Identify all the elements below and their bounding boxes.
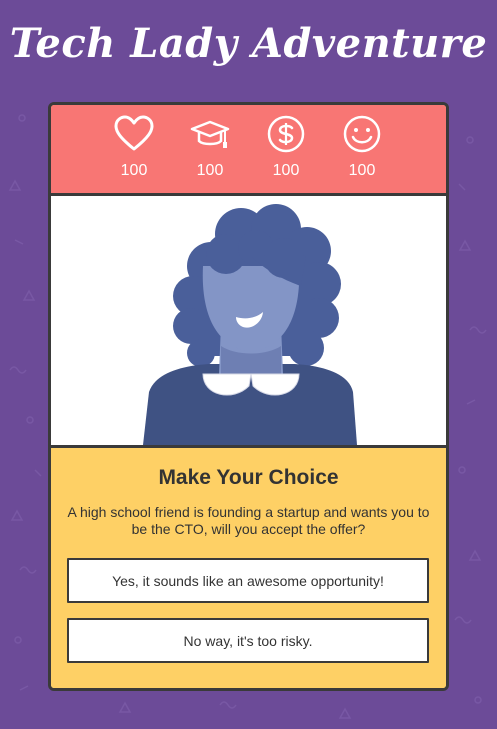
stat-health-value: 100 [120,162,148,179]
decline-offer-button[interactable]: No way, it's too risky. [67,618,429,663]
stat-happiness: 100 [332,115,392,180]
stat-money-value: 100 [272,162,300,179]
woman-avatar [143,204,357,445]
game-title: Tech Lady Adventure [9,20,488,67]
smiley-icon [343,115,381,153]
stat-money: 100 [256,115,316,180]
heart-icon [114,115,154,151]
choice-panel: Make Your Choice A high school friend is… [51,448,446,688]
stat-education: 100 [180,115,240,180]
choice-prompt: A high school friend is founding a start… [67,504,430,537]
stat-happiness-value: 100 [348,162,376,179]
game-card: 100 100 100 100 Make Your Choice A high … [48,102,449,691]
choice-heading: Make Your Choice [158,466,339,489]
stat-health: 100 [104,115,164,180]
stats-bar: 100 100 100 100 [51,105,446,196]
character-portrait [51,196,446,448]
stat-education-value: 100 [196,162,224,179]
accept-offer-button[interactable]: Yes, it sounds like an awesome opportuni… [67,558,429,603]
graduation-cap-icon [190,120,230,148]
dollar-icon [267,115,305,153]
